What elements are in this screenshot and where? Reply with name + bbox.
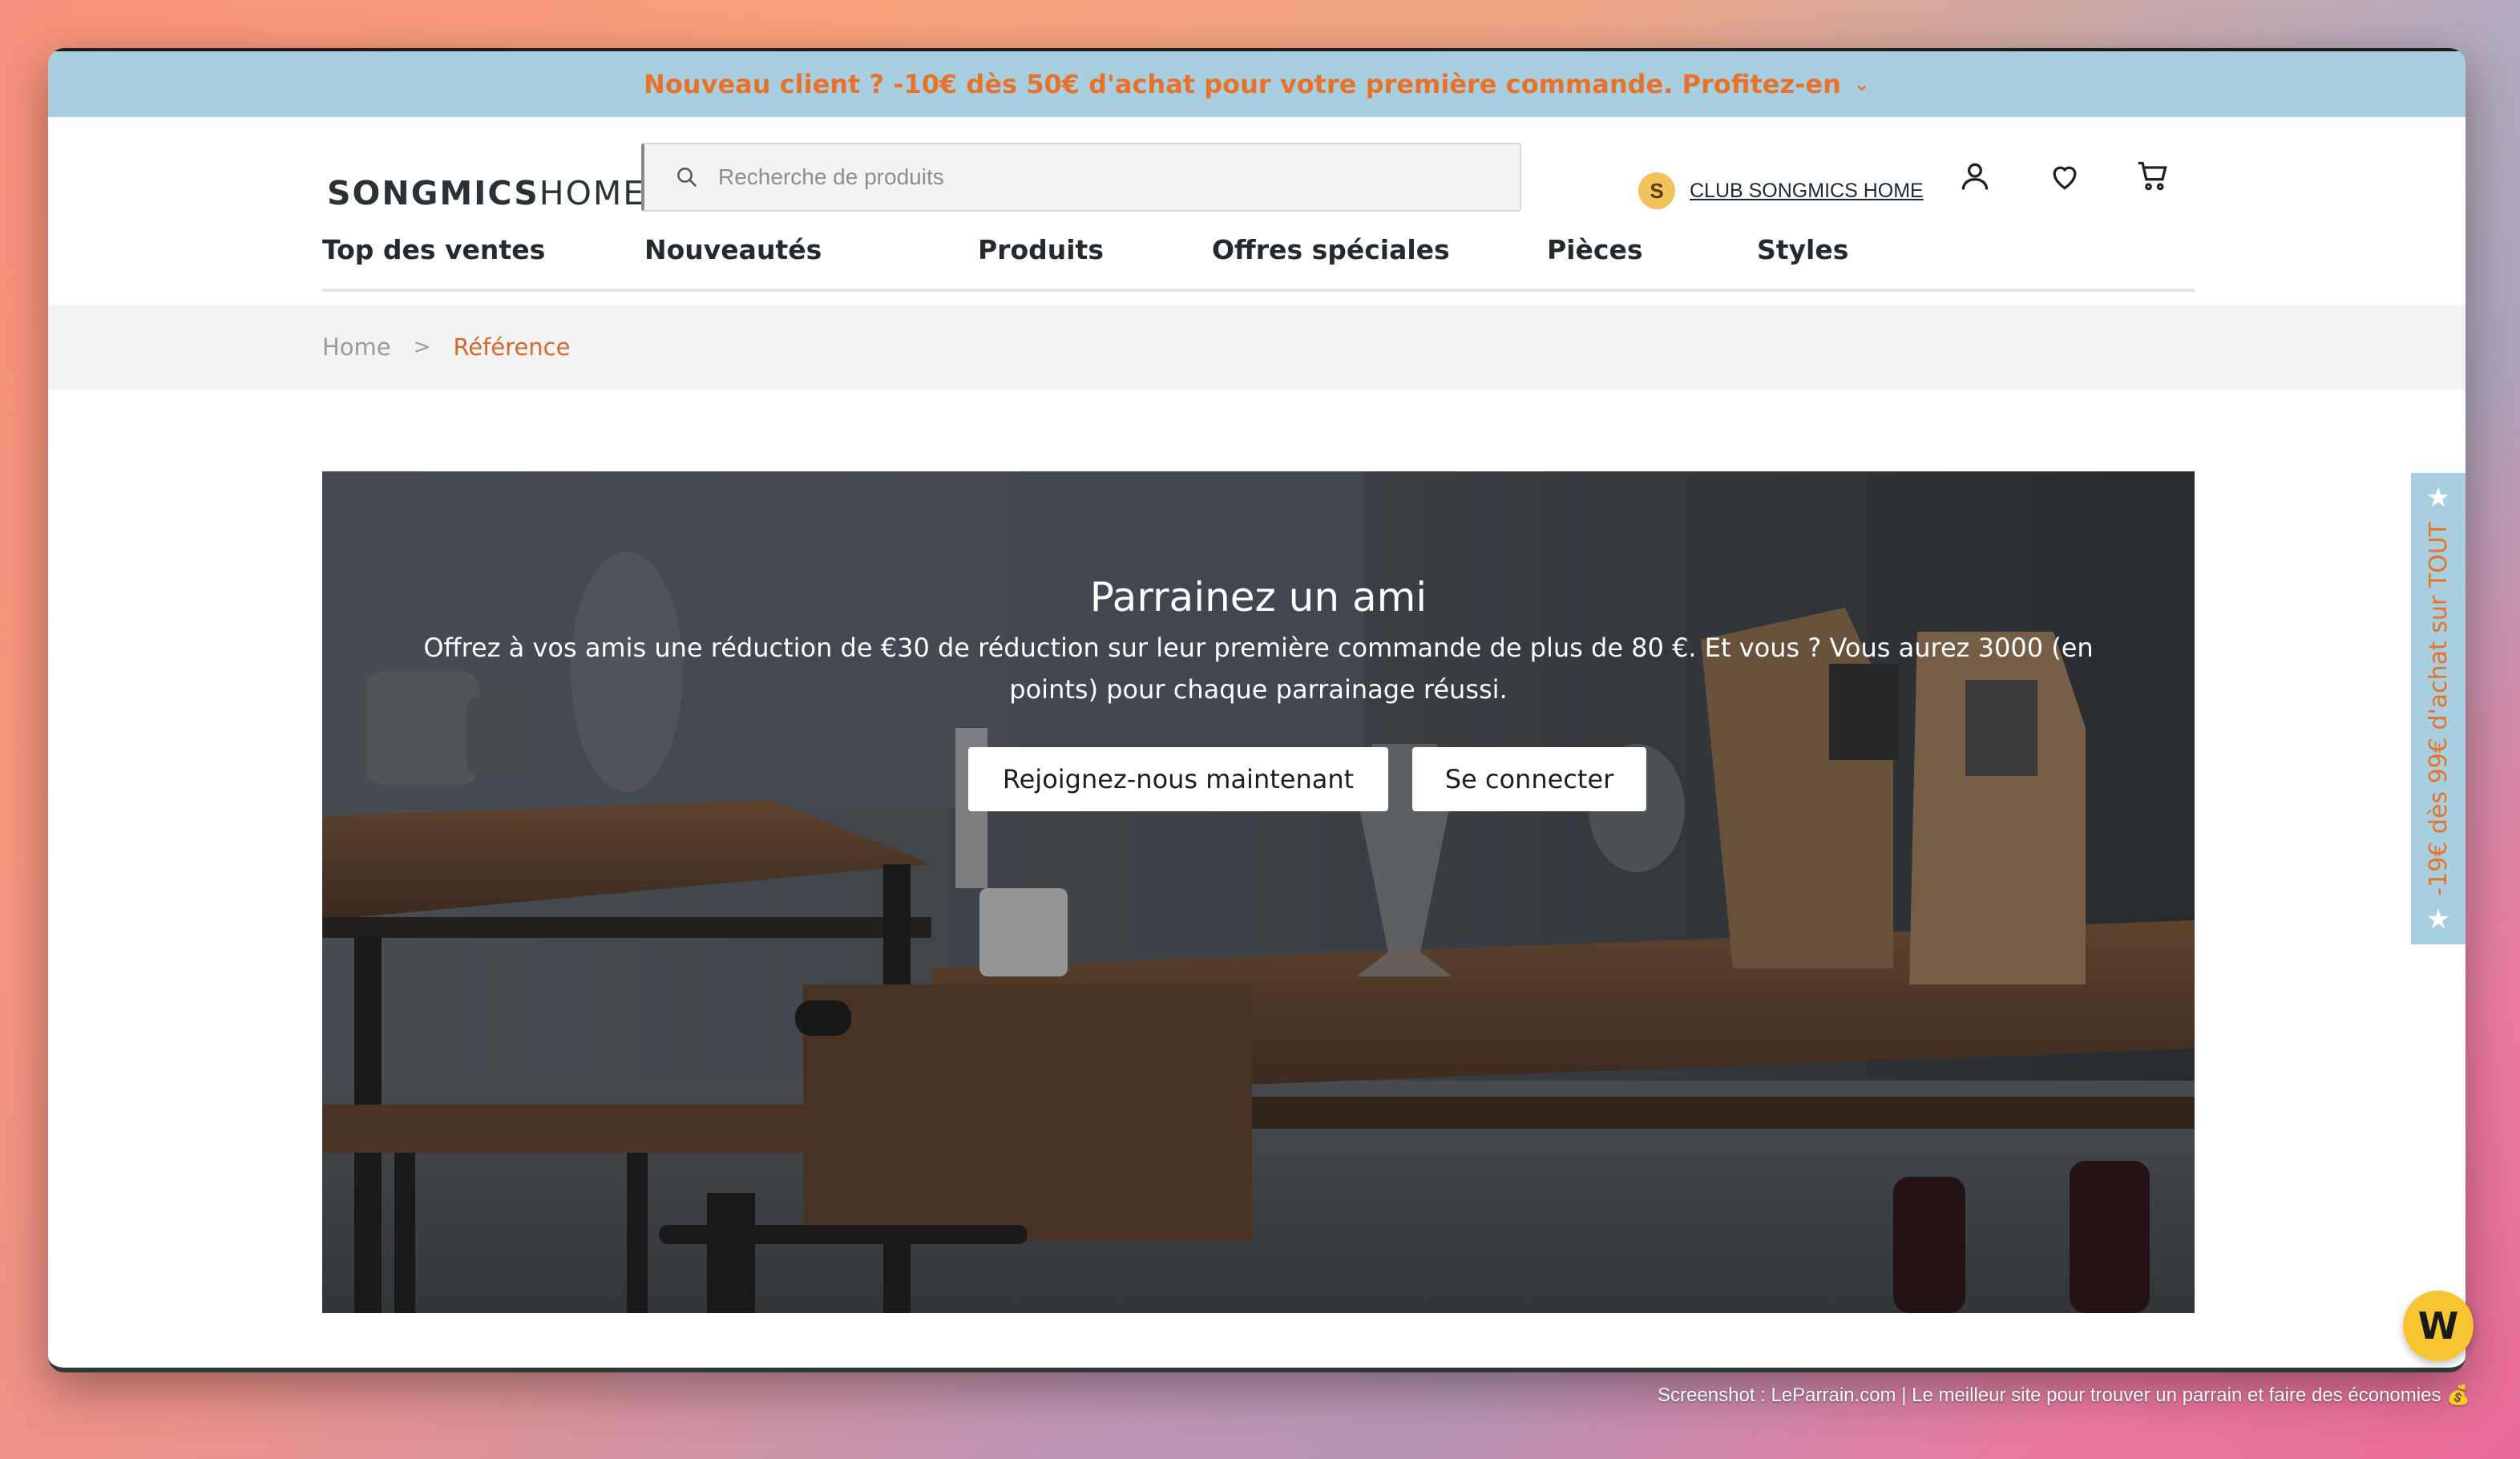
- nav-item-pieces[interactable]: Pièces: [1547, 234, 1642, 265]
- nav-item-offres-speciales[interactable]: Offres spéciales: [1212, 234, 1450, 265]
- chevron-down-icon[interactable]: ⌄: [1854, 73, 1870, 95]
- nav-item-styles[interactable]: Styles: [1757, 234, 1848, 265]
- nav-item-nouveautes[interactable]: Nouveautés: [644, 234, 822, 265]
- hero-title: Parrainez un ami: [1089, 574, 1428, 620]
- breadcrumb-separator: >: [413, 335, 431, 359]
- site-logo[interactable]: SONGMICS HOME: [327, 157, 645, 229]
- side-promo-text: -19€ dès 99€ d'achat sur TOUT: [2424, 521, 2453, 896]
- star-icon: ★: [2425, 904, 2451, 935]
- side-promo-tab[interactable]: ★ -19€ dès 99€ d'achat sur TOUT ★: [2411, 473, 2465, 944]
- rewards-widget-button[interactable]: W: [2403, 1291, 2474, 1361]
- breadcrumb-home[interactable]: Home: [322, 333, 391, 361]
- cart-icon: [2138, 161, 2167, 191]
- star-icon: ★: [2425, 483, 2451, 513]
- join-now-button[interactable]: Rejoignez-nous maintenant: [968, 747, 1388, 811]
- club-link[interactable]: S CLUB SONGMICS HOME: [1638, 157, 1924, 224]
- search-bar[interactable]: [641, 143, 1521, 212]
- cart-button[interactable]: [2129, 152, 2177, 200]
- heart-icon: [2053, 166, 2077, 190]
- screenshot-caption: Screenshot : LeParrain.com | Le meilleur…: [1658, 1384, 2470, 1406]
- promo-text: Nouveau client ? -10€ dès 50€ d'achat po…: [644, 69, 1841, 99]
- wishlist-button[interactable]: [2041, 152, 2089, 200]
- main-navigation: Top des ventes Nouveautés Produits Offre…: [322, 224, 2195, 292]
- hero-description: Offrez à vos amis une réduction de €30 d…: [423, 633, 2094, 705]
- promo-banner[interactable]: Nouveau client ? -10€ dès 50€ d'achat po…: [48, 48, 2465, 117]
- search-icon: [677, 168, 697, 188]
- user-icon: [1961, 163, 1989, 190]
- logo-light-text: HOME: [539, 174, 646, 212]
- club-label[interactable]: CLUB SONGMICS HOME: [1690, 180, 1924, 203]
- nav-item-top-ventes[interactable]: Top des ventes: [322, 234, 545, 265]
- w-logo-icon: W: [2417, 1304, 2459, 1348]
- breadcrumb-current: Référence: [453, 333, 571, 361]
- login-button[interactable]: Se connecter: [1412, 747, 1646, 811]
- club-badge-icon: S: [1638, 172, 1675, 209]
- referral-hero: Parrainez un ami Offrez à vos amis une r…: [322, 471, 2195, 1313]
- logo-bold-text: SONGMICS: [327, 174, 539, 212]
- browser-window: Nouveau client ? -10€ dès 50€ d'achat po…: [48, 48, 2465, 1372]
- account-button[interactable]: [1951, 152, 1999, 200]
- breadcrumb-bar: Home > Référence: [48, 305, 2465, 390]
- nav-item-produits[interactable]: Produits: [978, 234, 1104, 265]
- search-input[interactable]: [717, 164, 1441, 191]
- breadcrumb: Home > Référence: [322, 333, 570, 361]
